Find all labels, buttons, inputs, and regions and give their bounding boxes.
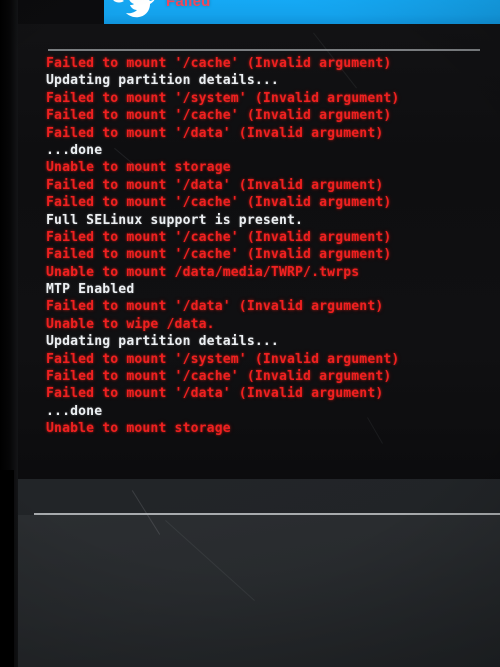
status-banner[interactable]: Failed [18, 0, 500, 24]
log-line: Failed to mount '/cache' (Invalid argume… [46, 195, 392, 211]
log-line: Failed to mount '/cache' (Invalid argume… [46, 369, 392, 385]
log-line: Full SELinux support is present. [46, 212, 304, 228]
log-line: Updating partition details... [46, 73, 279, 89]
log-line: Updating partition details... [46, 334, 279, 350]
banner-title: Failed [166, 0, 211, 10]
recovery-console: Failed to mount '/cache' (Invalid argume… [18, 24, 500, 667]
log-line: MTP Enabled [46, 282, 135, 298]
log-line: Unable to mount /data/media/TWRP/.twrps [46, 264, 360, 280]
log-line: Failed to mount '/system' (Invalid argum… [46, 90, 400, 106]
log-line: Failed to mount '/cache' (Invalid argume… [46, 229, 392, 245]
lower-divider [34, 513, 500, 515]
log-line: Failed to mount '/data' (Invalid argumen… [46, 177, 384, 193]
log-line: Failed to mount '/cache' (Invalid argume… [46, 247, 392, 263]
twitter-bird-icon [110, 0, 158, 19]
log-top-divider [48, 49, 480, 51]
lower-blank-area [18, 515, 500, 667]
log-line: Unable to mount storage [46, 160, 231, 176]
log-line: Failed to mount '/cache' (Invalid argume… [46, 108, 392, 124]
log-output-panel[interactable]: Failed to mount '/cache' (Invalid argume… [18, 24, 500, 479]
log-line: Failed to mount '/data' (Invalid argumen… [46, 386, 384, 402]
phone-screen-photo: Failed to mount '/cache' (Invalid argume… [0, 0, 500, 667]
log-line: Failed to mount '/system' (Invalid argum… [46, 351, 400, 367]
log-line: Failed to mount '/cache' (Invalid argume… [46, 56, 392, 71]
log-line: ...done [46, 142, 103, 158]
log-line: Unable to mount storage [46, 421, 231, 437]
log-line: Failed to mount '/data' (Invalid argumen… [46, 299, 384, 315]
log-line-list: Failed to mount '/cache' (Invalid argume… [46, 55, 496, 438]
device-bezel-left-lower [0, 470, 14, 667]
log-line: ...done [46, 403, 103, 419]
log-line: Unable to wipe /data. [46, 316, 215, 332]
banner-left-shadow [18, 0, 104, 24]
log-line: Failed to mount '/data' (Invalid argumen… [46, 125, 384, 141]
